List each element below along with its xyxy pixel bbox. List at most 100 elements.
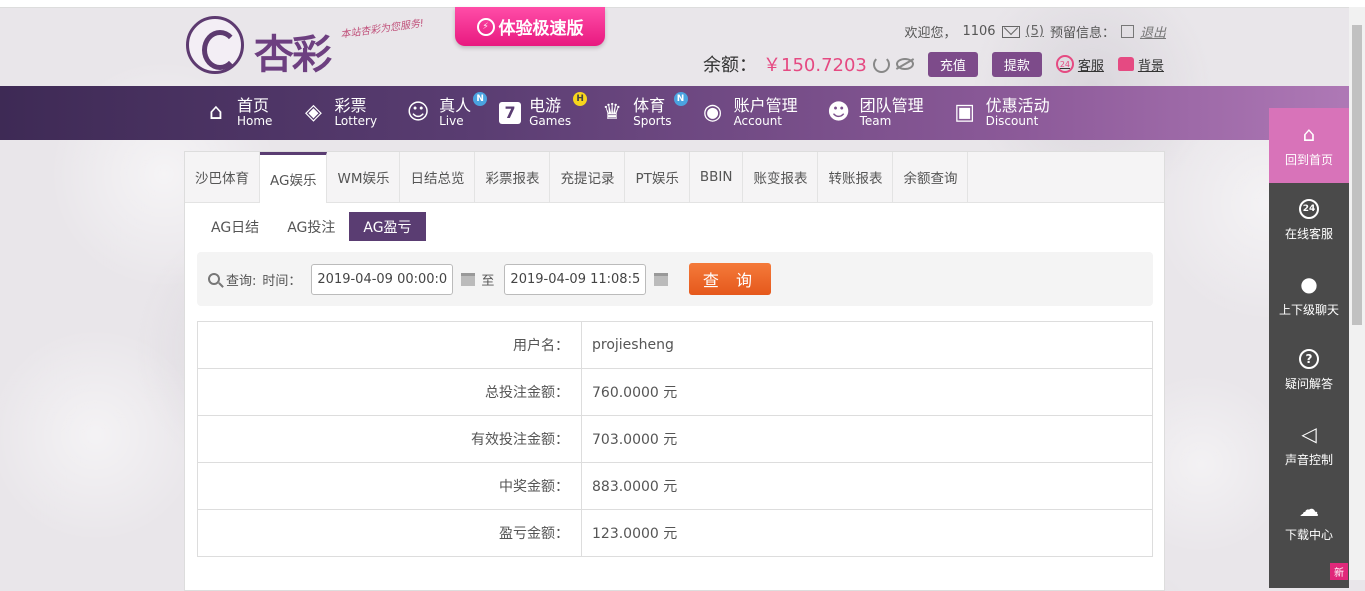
mail-icon[interactable] (1001, 25, 1020, 38)
tab-bbin[interactable]: BBIN (690, 152, 744, 202)
row-value: 883.0000 元 (581, 462, 1153, 510)
nav-sublabel: Team (859, 114, 892, 129)
speaker-icon: ◁ (1301, 422, 1317, 446)
sidebar-label: 声音控制 (1284, 453, 1333, 467)
balance-bar: 余额： ￥150.7203 充值 提款 24 客服 背景 (703, 51, 1164, 77)
table-row: 盈亏金额： 123.0000 元 (197, 509, 1153, 557)
table-row: 用户名： projiesheng (197, 321, 1153, 369)
tab-transfer-report[interactable]: 转账报表 (818, 152, 894, 202)
recharge-button[interactable]: 充值 (927, 51, 978, 77)
nav-sublabel: Home (237, 114, 273, 129)
subtab-ag-bets[interactable]: AG投注 (273, 212, 349, 241)
nav-discount[interactable]: ▣ 优惠活动 Discount (952, 96, 1050, 127)
nav-sublabel: Live (439, 114, 464, 129)
logo-slogan: 本站杏彩为您服务! (339, 18, 425, 41)
row-value: 123.0000 元 (581, 509, 1153, 557)
team-icon: ☻ (827, 100, 851, 126)
table-row: 中奖金额： 883.0000 元 (197, 462, 1153, 510)
nav-label: 优惠活动 (985, 96, 1050, 116)
nav-lottery[interactable]: ◈ 彩票 Lottery (300, 96, 377, 127)
tab-balance-query[interactable]: 余额查询 (893, 152, 969, 202)
nav-label: 彩票 (334, 96, 367, 116)
speed-version-button[interactable]: ⚡ 体验极速版 (455, 7, 605, 46)
nav-team[interactable]: ☻ 团队管理 Team (826, 96, 924, 129)
download-icon: ☁ (1299, 497, 1319, 521)
right-float-sidebar: ⌂ 回到首页 24 在线客服 ● 上下级聊天 ? 疑问解答 ◁ 声音控制 ☁ 下… (1269, 108, 1349, 588)
tab-daily-overview[interactable]: 日结总览 (400, 152, 476, 202)
welcome-text: 欢迎您， (904, 26, 957, 41)
sidebar-label: 疑问解答 (1284, 377, 1333, 391)
scrollbar-thumb[interactable] (1352, 25, 1362, 325)
nav-label: 真人 (439, 96, 472, 116)
subtab-ag-daily[interactable]: AG日结 (197, 212, 273, 241)
report-tabs: 沙巴体育 AG娱乐 WM娱乐 日结总览 彩票报表 充提记录 PT娱乐 BBIN … (185, 152, 1164, 203)
nav-sublabel: Games (529, 114, 572, 129)
tab-saba-sports[interactable]: 沙巴体育 (185, 152, 260, 202)
user-info-bar: 欢迎您， 1106 (5) 预留信息： 退出 (904, 22, 1166, 41)
withdraw-button[interactable]: 提款 (991, 51, 1042, 77)
nav-label: 团队管理 (859, 96, 924, 116)
logo-text: 杏彩 (254, 31, 332, 78)
faq-button[interactable]: ? 疑问解答 (1269, 333, 1349, 408)
edit-icon[interactable] (1120, 25, 1134, 38)
calendar-icon[interactable] (461, 272, 476, 286)
tab-deposit-withdraw-records[interactable]: 充提记录 (550, 152, 626, 202)
balance-amount: ￥150.7203 (763, 55, 867, 76)
mail-count-link[interactable]: (5) (1026, 24, 1044, 39)
new-badge: 新 (1330, 563, 1348, 580)
site-logo[interactable]: 杏彩 本站杏彩为您服务! (186, 16, 436, 78)
nav-account[interactable]: ◉ 账户管理 Account (700, 97, 798, 127)
nav-games[interactable]: 7 电游 Games H (499, 92, 588, 129)
subtab-ag-profit-loss[interactable]: AG盈亏 (349, 212, 426, 241)
gift-icon: ▣ (954, 100, 975, 126)
page-scrollbar[interactable] (1349, 7, 1365, 580)
sidebar-label: 下载中心 (1284, 528, 1333, 542)
sound-control-button[interactable]: ◁ 声音控制 (1269, 408, 1349, 483)
tab-wm-entertainment[interactable]: WM娱乐 (327, 152, 401, 202)
hide-eye-icon[interactable] (895, 58, 914, 70)
tab-lottery-report[interactable]: 彩票报表 (475, 152, 551, 202)
new-badge: N (673, 92, 688, 107)
start-time-input[interactable] (311, 263, 454, 295)
refresh-icon[interactable] (872, 55, 890, 73)
customer-service-link[interactable]: 24 客服 (1055, 55, 1104, 74)
nav-live[interactable]: ☺ 真人 Live N (405, 92, 488, 129)
new-badge: N (473, 92, 488, 107)
calendar-icon[interactable] (654, 272, 669, 286)
reserve-info-label: 预留信息： (1049, 26, 1115, 41)
nav-sports[interactable]: ♛ 体育 Sports N (599, 92, 688, 127)
trophy-icon: ♛ (602, 100, 622, 126)
ticket-icon: ◈ (304, 100, 322, 126)
dealer-icon: ☺ (406, 100, 430, 126)
tab-ag-entertainment[interactable]: AG娱乐 (260, 152, 328, 203)
user-id: 1106 (962, 24, 996, 39)
profit-loss-table: 用户名： projiesheng 总投注金额： 760.0000 元 有效投注金… (197, 321, 1153, 557)
tab-account-change-report[interactable]: 账变报表 (743, 152, 819, 202)
nav-home[interactable]: ⌂ 首页 Home (203, 97, 273, 129)
end-time-input[interactable] (504, 263, 647, 295)
tab-pt-entertainment[interactable]: PT娱乐 (625, 152, 690, 202)
search-icon (208, 273, 220, 285)
nav-label: 电游 (529, 96, 562, 116)
row-label: 有效投注金额： (197, 415, 582, 463)
back-to-home-button[interactable]: ⌂ 回到首页 (1269, 108, 1349, 183)
online-support-button[interactable]: 24 在线客服 (1269, 183, 1349, 258)
row-value: 703.0000 元 (581, 415, 1153, 463)
row-label: 用户名： (197, 321, 582, 369)
logout-link[interactable]: 退出 (1140, 22, 1166, 41)
chat-button[interactable]: ● 上下级聊天 (1269, 258, 1349, 333)
support-24-icon: 24 (1299, 199, 1319, 219)
slot-seven-icon: 7 (499, 101, 522, 124)
table-row: 有效投注金额： 703.0000 元 (197, 415, 1153, 463)
report-panel: 沙巴体育 AG娱乐 WM娱乐 日结总览 彩票报表 充提记录 PT娱乐 BBIN … (184, 151, 1165, 591)
row-value: projiesheng (581, 321, 1153, 369)
question-icon: ? (1299, 349, 1319, 369)
query-button[interactable]: 查 询 (689, 263, 772, 295)
ag-subtabs: AG日结 AG投注 AG盈亏 (197, 212, 426, 241)
download-center-button[interactable]: ☁ 下载中心 (1269, 483, 1349, 558)
row-label: 盈亏金额： (197, 509, 582, 557)
background-link[interactable]: 背景 (1117, 55, 1164, 74)
sidebar-label: 上下级聊天 (1278, 303, 1339, 317)
range-separator: 至 (481, 273, 495, 289)
query-label: 查询: (226, 273, 257, 289)
